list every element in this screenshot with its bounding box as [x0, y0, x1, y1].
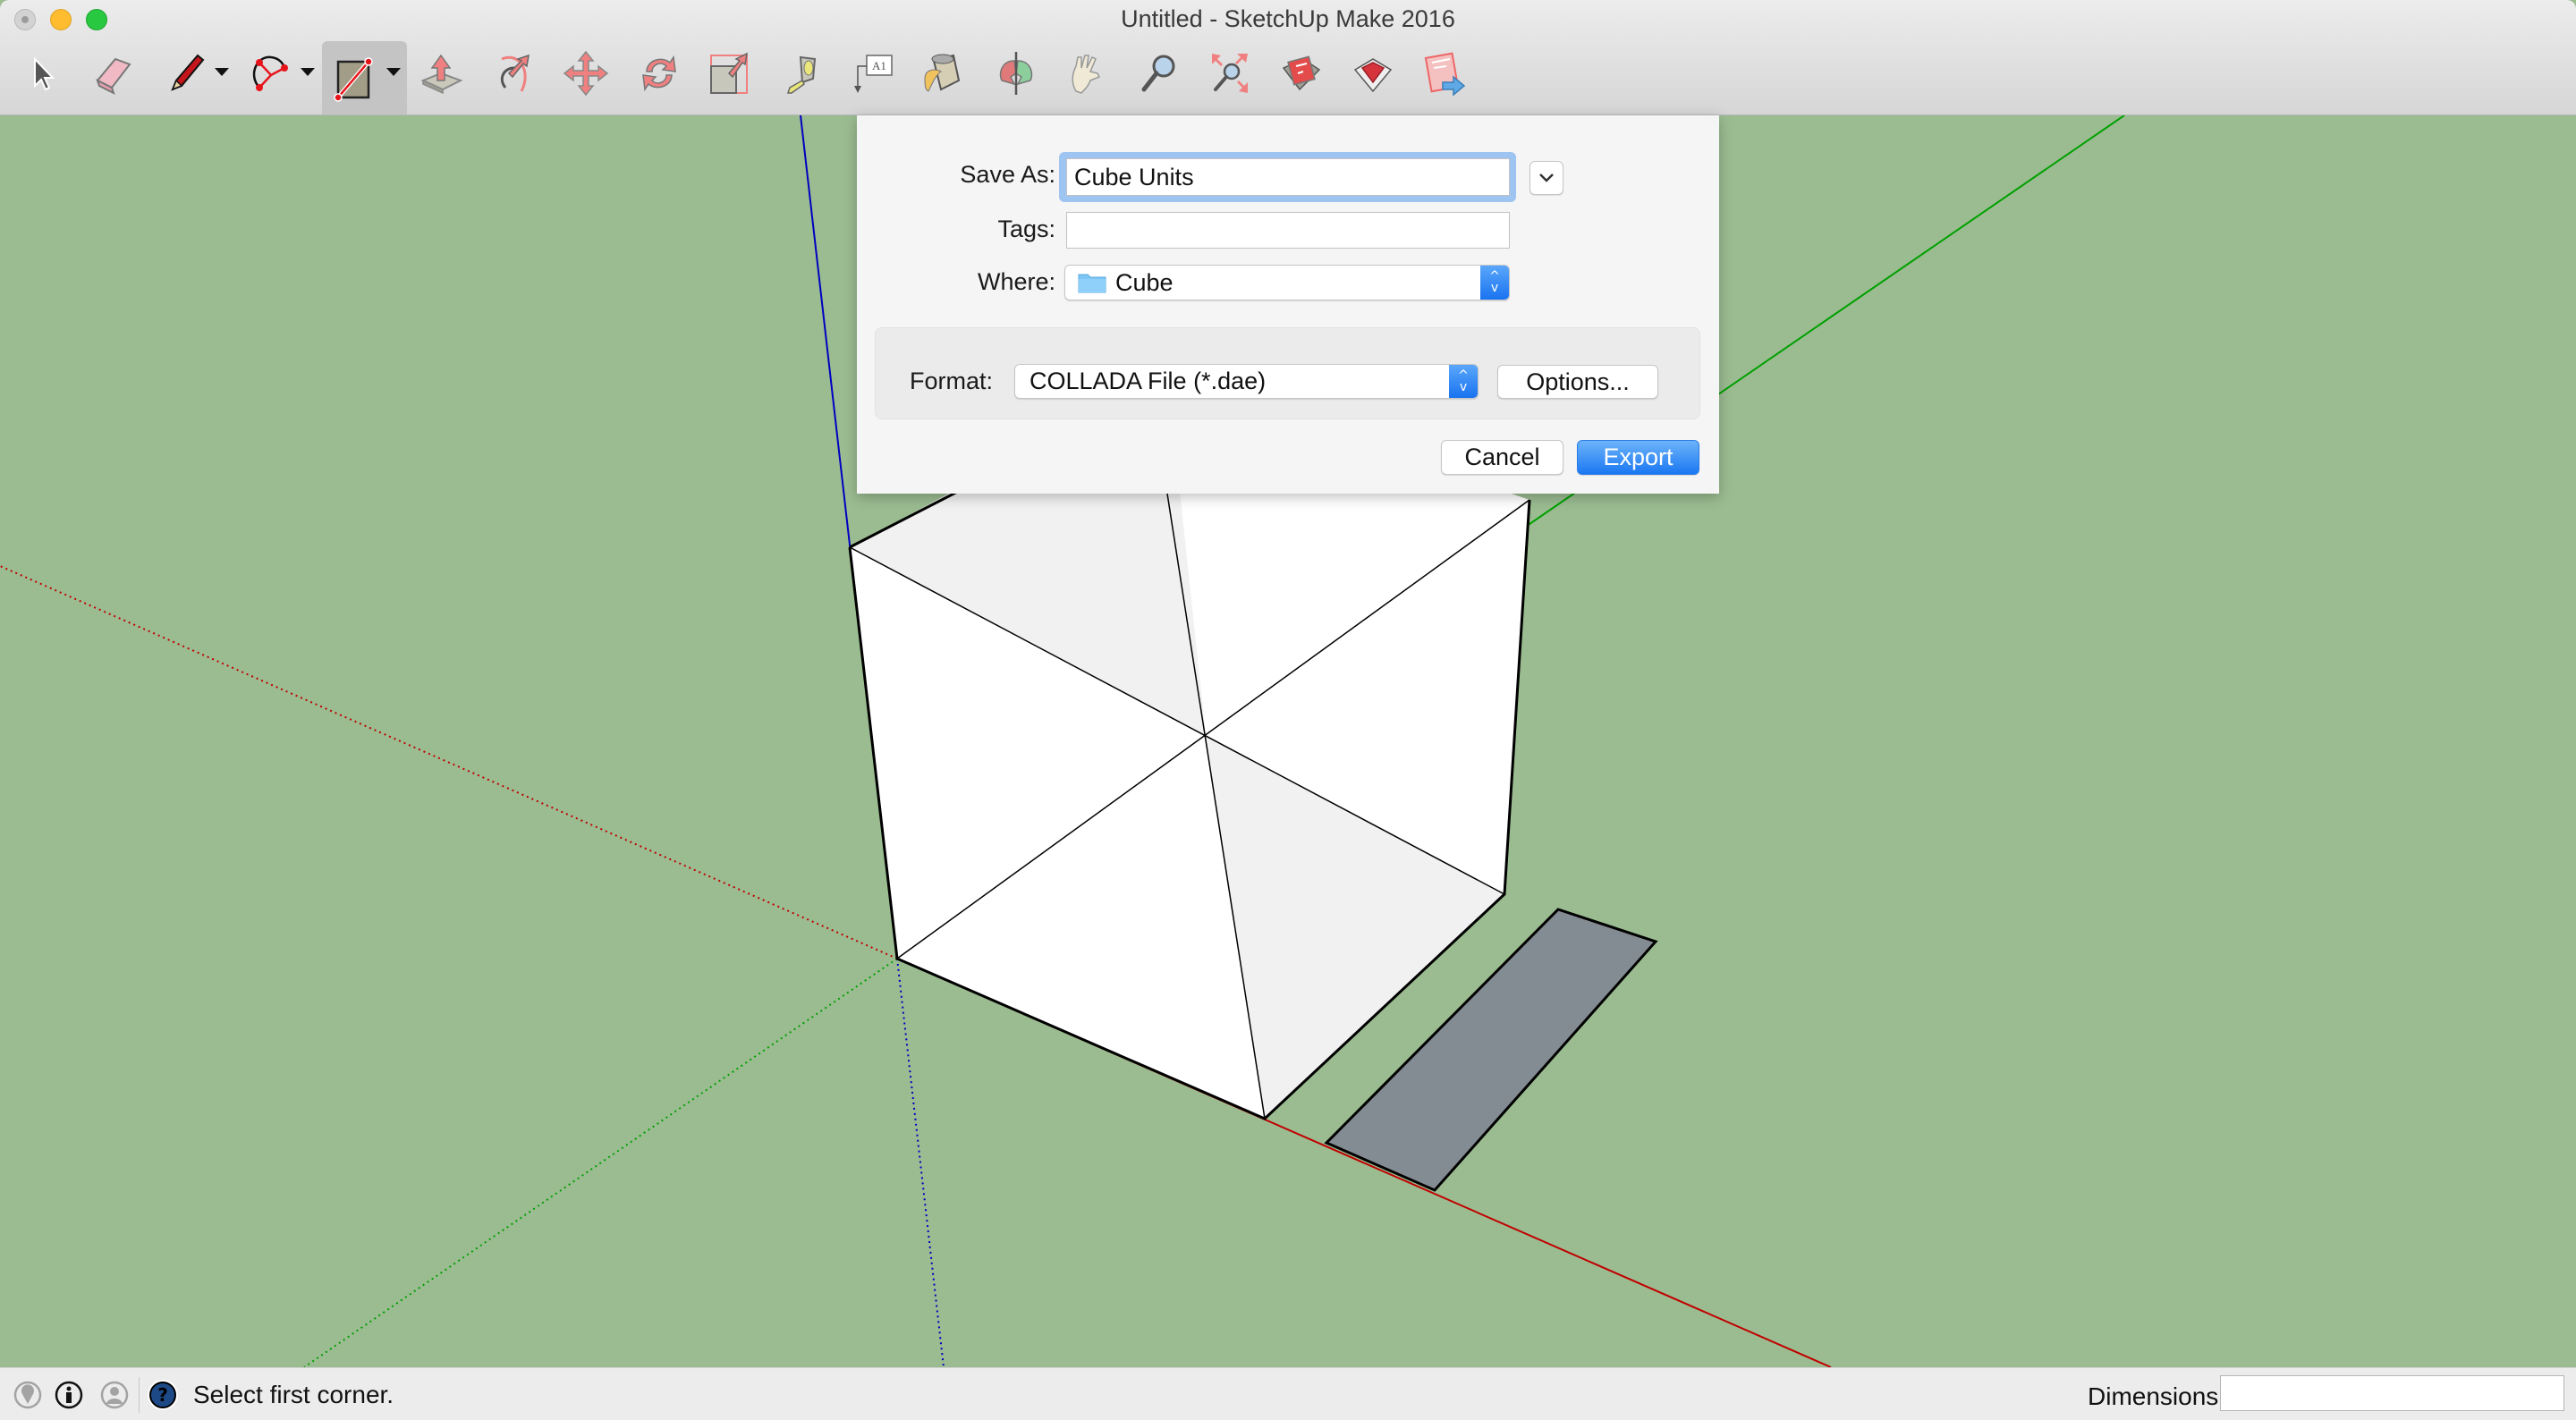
status-message: Select first corner. — [193, 1381, 394, 1408]
where-popup[interactable]: Cube ^ v — [1064, 265, 1510, 300]
stepper-down-icon: v — [1490, 281, 1499, 295]
layout-send-icon — [1424, 52, 1466, 97]
line-tool-button[interactable] — [157, 41, 216, 106]
magnifier-icon — [1141, 55, 1175, 92]
arc-tool-button[interactable] — [242, 41, 301, 106]
eraser-tool-button[interactable] — [84, 41, 143, 106]
hand-icon — [1072, 55, 1101, 94]
chevron-down-icon — [1539, 173, 1554, 182]
arc-tool-dropdown[interactable] — [301, 68, 315, 76]
push-pull-tool-button[interactable] — [413, 41, 472, 106]
cancel-button[interactable]: Cancel — [1441, 440, 1563, 475]
select-tool-button[interactable] — [13, 41, 72, 106]
extension-warehouse-button[interactable] — [1343, 41, 1402, 106]
format-value: COLLADA File (*.dae) — [1030, 368, 1267, 394]
zoom-extents-icon — [1212, 54, 1248, 93]
format-label: Format: — [909, 368, 993, 394]
blue-axis-negative — [896, 958, 945, 1367]
3d-warehouse-button[interactable] — [1272, 41, 1331, 106]
format-popup[interactable]: COLLADA File (*.dae) ^ v — [1014, 364, 1479, 399]
text-label-icon: A1 — [854, 55, 893, 93]
zoom-tool-button[interactable] — [1129, 41, 1188, 106]
red-axis-negative — [0, 565, 898, 959]
status-divider — [139, 1377, 140, 1413]
tape-measure-icon — [786, 55, 817, 94]
format-stepper[interactable]: ^ v — [1449, 365, 1478, 398]
dimensions-input[interactable] — [2220, 1375, 2564, 1411]
geo-location-icon[interactable] — [13, 1381, 42, 1409]
title-toolbar: Untitled - SketchUp Make 2016 A1 — [0, 0, 2576, 115]
rectangle-icon — [333, 57, 373, 102]
tape-measure-tool-button[interactable] — [771, 41, 830, 106]
move-tool-button[interactable] — [556, 41, 615, 106]
rectangle-tool-dropdown[interactable] — [386, 68, 401, 76]
eraser-icon — [96, 57, 131, 95]
where-label: Where: — [977, 268, 1055, 295]
help-icon[interactable]: ? — [147, 1379, 179, 1411]
paint-bucket-icon — [924, 54, 961, 92]
svg-text:?: ? — [157, 1384, 168, 1406]
where-value: Cube — [1115, 268, 1174, 296]
scale-icon — [710, 52, 748, 94]
send-to-layout-button[interactable] — [1415, 41, 1474, 106]
expand-dialog-button[interactable] — [1530, 161, 1563, 195]
zoom-extents-tool-button[interactable] — [1200, 41, 1259, 106]
arrow-cursor-icon — [34, 56, 55, 91]
ruby-gem-icon — [1353, 58, 1393, 93]
pan-tool-button[interactable] — [1057, 41, 1116, 106]
follow-me-tool-button[interactable] — [485, 41, 544, 106]
warehouse-icon — [1282, 55, 1321, 91]
options-button[interactable]: Options... — [1497, 365, 1658, 399]
status-bar: ? Select first corner. Dimensions — [0, 1367, 2576, 1420]
rotate-tool-button[interactable] — [630, 41, 689, 106]
paint-bucket-tool-button[interactable] — [911, 41, 970, 106]
export-dialog: Save As: Cube Units Tags: Where: Cube ^ … — [857, 115, 1719, 494]
export-button[interactable]: Export — [1577, 440, 1699, 475]
save-as-input[interactable]: Cube Units — [1066, 158, 1510, 196]
move-arrows-icon — [563, 50, 609, 97]
tags-input[interactable] — [1066, 212, 1510, 249]
window-title: Untitled - SketchUp Make 2016 — [1121, 5, 1455, 32]
arc-icon — [252, 55, 288, 91]
stepper-down-icon: v — [1459, 379, 1468, 394]
where-stepper[interactable]: ^ v — [1480, 266, 1509, 300]
svg-text:A1: A1 — [872, 59, 886, 72]
line-tool-dropdown[interactable] — [215, 68, 229, 76]
orbit-tool-button[interactable] — [987, 41, 1046, 106]
tags-label: Tags: — [997, 216, 1055, 242]
orbit-icon — [999, 52, 1033, 95]
scale-tool-button[interactable] — [699, 41, 758, 106]
push-pull-icon — [420, 54, 463, 95]
text-tool-button[interactable]: A1 — [843, 41, 902, 106]
credits-icon[interactable] — [55, 1381, 83, 1409]
save-as-label: Save As: — [960, 161, 1055, 188]
rectangle-tool-button[interactable] — [322, 41, 407, 114]
folder-icon — [1078, 274, 1106, 293]
user-icon[interactable] — [100, 1381, 129, 1409]
dimensions-label: Dimensions — [2088, 1382, 2219, 1410]
follow-me-icon — [500, 54, 530, 92]
green-axis-negative — [303, 958, 898, 1367]
pencil-icon — [171, 54, 205, 91]
rotate-icon — [642, 55, 676, 92]
